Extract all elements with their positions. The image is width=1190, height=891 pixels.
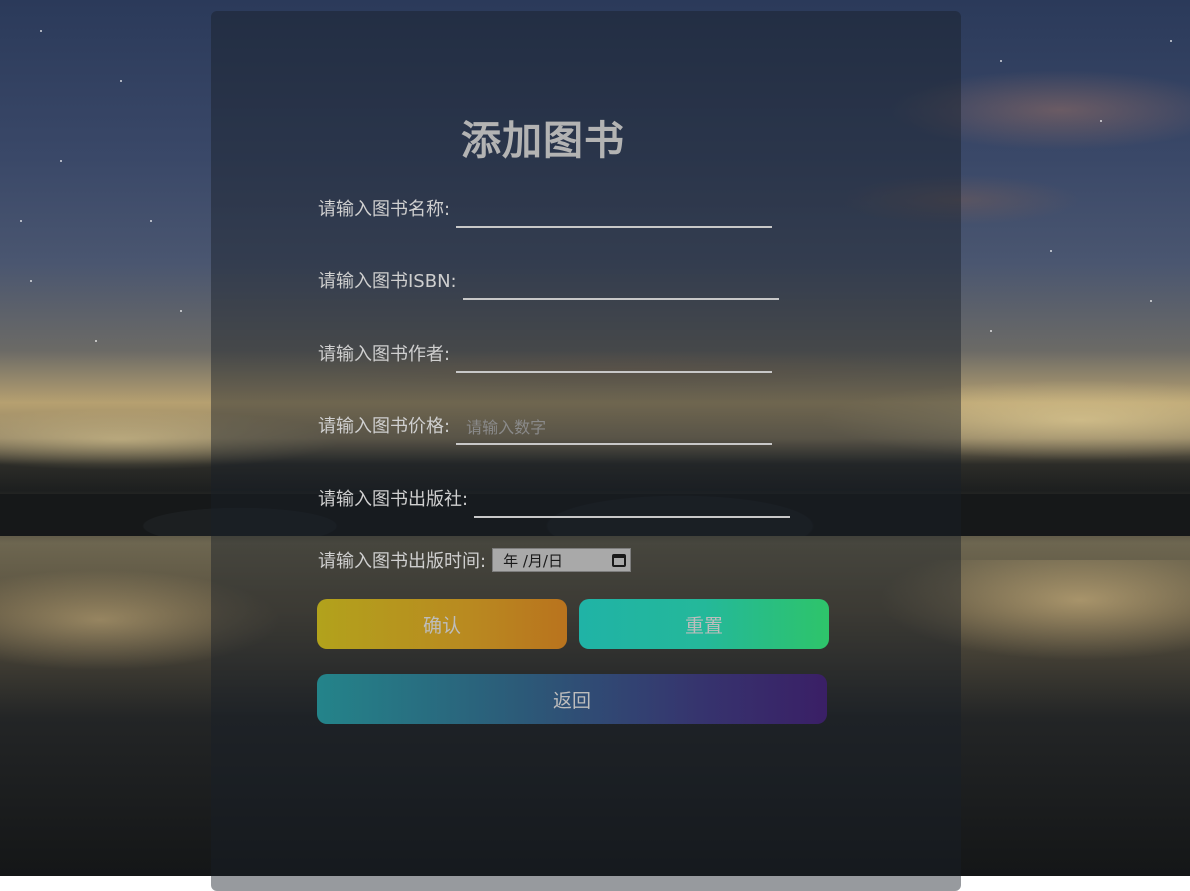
price-label: 请输入图书价格: [318, 416, 451, 437]
publisher-input[interactable] [474, 484, 791, 518]
name-input[interactable] [456, 194, 773, 228]
price-row: 请输入图书价格: [318, 403, 773, 447]
date-placeholder: 年 /月/日 [503, 551, 563, 570]
reset-button[interactable]: 重置 [579, 599, 829, 649]
isbn-input[interactable] [462, 266, 779, 300]
back-button[interactable]: 返回 [317, 674, 827, 724]
publisher-row: 请输入图书出版社: [318, 476, 791, 520]
author-input[interactable] [456, 339, 773, 373]
isbn-label: 请输入图书ISBN: [318, 271, 457, 292]
confirm-button[interactable]: 确认 [317, 599, 567, 649]
publish-date-label: 请输入图书出版时间: [318, 551, 487, 572]
page-title: 添加图书 [461, 118, 625, 164]
price-input[interactable] [456, 411, 773, 445]
publisher-label: 请输入图书出版社: [318, 489, 469, 510]
name-row: 请输入图书名称: [318, 186, 773, 230]
publish-date-input[interactable]: 年 /月/日 [492, 548, 632, 572]
author-label: 请输入图书作者: [318, 344, 451, 365]
calendar-icon[interactable] [612, 553, 627, 567]
author-row: 请输入图书作者: [318, 331, 773, 375]
isbn-row: 请输入图书ISBN: [318, 258, 779, 302]
name-label: 请输入图书名称: [318, 199, 451, 220]
publish-date-row: 请输入图书出版时间: 年 /月/日 [318, 538, 632, 582]
